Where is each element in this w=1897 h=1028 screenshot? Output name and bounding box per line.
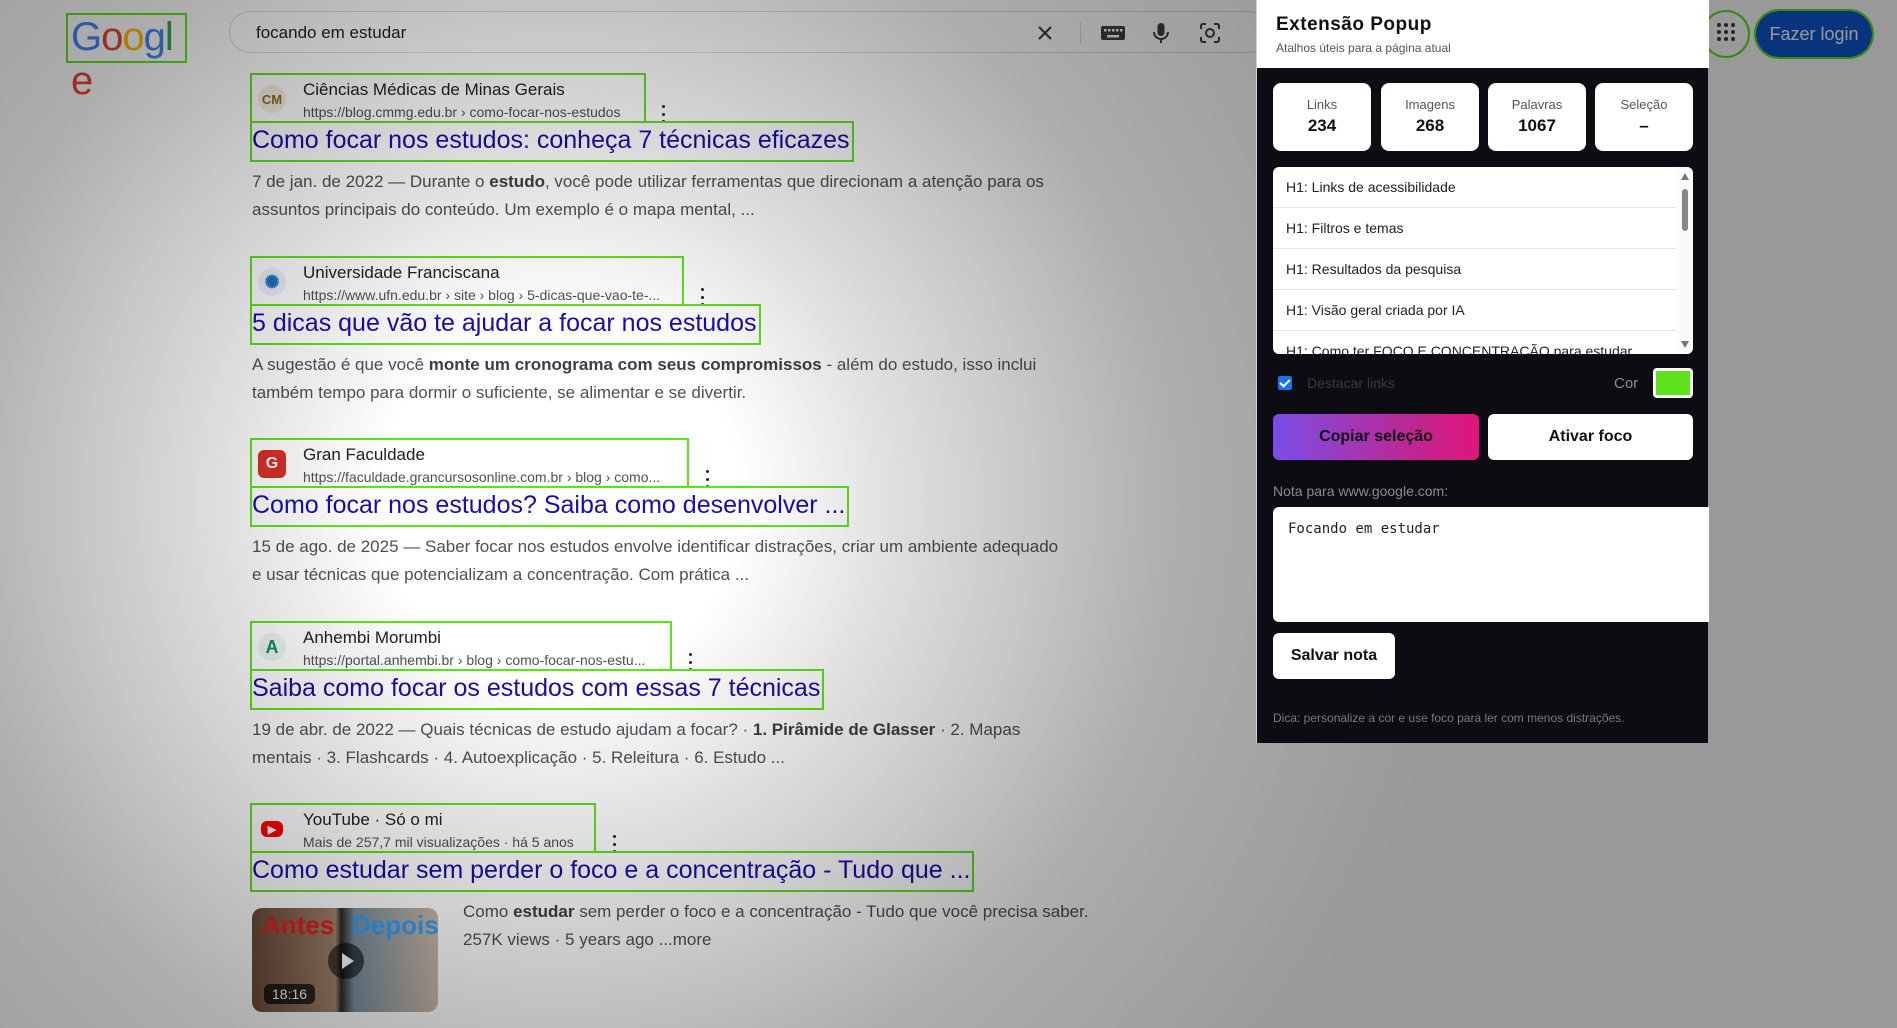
video-thumbnail[interactable]: Antes Depois 18:16: [252, 908, 438, 1012]
note-textarea[interactable]: Focando em estudar: [1273, 507, 1709, 622]
result-site-link[interactable]: ▶ YouTube · Só o mi Mais de 257,7 mil vi…: [250, 803, 596, 853]
more-options-icon[interactable]: [699, 288, 705, 306]
result-snippet: 15 de ago. de 2025 — Saber focar nos est…: [252, 537, 1059, 584]
result-snippet: A sugestão é que você monte um cronogram…: [252, 355, 1037, 402]
color-picker[interactable]: [1653, 368, 1693, 398]
search-input[interactable]: focando em estudar: [256, 23, 406, 43]
site-url: https://blog.cmmg.edu.br › como-focar-no…: [303, 104, 621, 120]
popup-title: Extensão Popup: [1276, 14, 1432, 35]
heading-list-item[interactable]: H1: Resultados da pesquisa: [1273, 249, 1677, 290]
scroll-thumb[interactable]: [1682, 189, 1688, 231]
favicon-icon: CM: [258, 85, 286, 113]
logo-letter: e: [71, 59, 93, 103]
popup-tip: Dica: personalize a cor e use foco para …: [1273, 711, 1625, 725]
site-name: Anhembi Morumbi: [303, 628, 441, 647]
note-label: Nota para www.google.com:: [1273, 483, 1449, 499]
apps-button[interactable]: [1702, 10, 1750, 58]
more-options-icon[interactable]: [704, 470, 710, 488]
lens-icon[interactable]: [1198, 21, 1222, 45]
popup-header: Extensão Popup Atalhos úteis para a pági…: [1257, 0, 1709, 68]
google-logo[interactable]: Googl e: [66, 13, 187, 103]
logo-letter: o: [101, 15, 123, 59]
site-name: YouTube · Só o mi: [303, 810, 443, 829]
site-url: https://portal.anhembi.br › blog › como-…: [303, 652, 646, 668]
stat-words: Palavras 1067: [1488, 83, 1586, 151]
mic-icon[interactable]: [1149, 21, 1173, 45]
result-title-link[interactable]: 5 dicas que vão te ajudar a focar nos es…: [250, 304, 761, 345]
result-title-link[interactable]: Saiba como focar os estudos com essas 7 …: [249, 669, 825, 710]
result-site-link[interactable]: A Anhembi Morumbi https://portal.anhembi…: [250, 621, 672, 671]
extension-popup: Extensão Popup Atalhos úteis para a pági…: [1256, 0, 1709, 743]
stat-links: Links 234: [1273, 83, 1371, 151]
result-title-link[interactable]: Como estudar sem perder o foco e a conce…: [249, 851, 975, 892]
highlight-links-label: Destacar links: [1307, 375, 1395, 391]
scroll-down-icon[interactable]: [1681, 341, 1689, 348]
youtube-icon: ▶: [261, 821, 283, 837]
site-url: https://www.ufn.edu.br › site › blog › 5…: [303, 287, 661, 303]
highlight-links-checkbox[interactable]: [1278, 376, 1292, 390]
stat-selection: Seleção –: [1595, 83, 1693, 151]
search-divider: [1080, 22, 1081, 44]
site-name: Ciências Médicas de Minas Gerais: [303, 80, 565, 99]
popup-subtitle: Atalhos úteis para a página atual: [1276, 41, 1451, 55]
result-snippet: 7 de jan. de 2022 — Durante o estudo, vo…: [252, 172, 1044, 219]
logo-letter: l: [164, 15, 174, 59]
result-snippet: 19 de abr. de 2022 — Quais técnicas de e…: [252, 720, 1021, 767]
keyboard-icon[interactable]: [1100, 21, 1125, 45]
heading-list-scrollbar[interactable]: [1677, 167, 1693, 354]
stat-images: Imagens 268: [1381, 83, 1479, 151]
more-options-icon[interactable]: [660, 105, 666, 123]
apps-icon: [1716, 22, 1736, 47]
heading-list-item[interactable]: H1: Filtros e temas: [1273, 208, 1677, 249]
more-options-icon[interactable]: [611, 835, 617, 853]
logo-letter: G: [71, 15, 102, 59]
thumb-text-right: Depois: [352, 910, 438, 940]
search-bar[interactable]: focando em estudar: [229, 11, 1269, 53]
favicon-icon: ✺: [258, 268, 286, 296]
scroll-up-icon[interactable]: [1681, 173, 1689, 180]
color-label: Cor: [1614, 375, 1639, 392]
close-icon[interactable]: [1033, 21, 1057, 45]
logo-letter: g: [143, 15, 166, 59]
heading-list-item[interactable]: H1: Como ter FOCO E CONCENTRAÇÃO para es…: [1273, 331, 1677, 354]
heading-list-item[interactable]: H1: Visão geral criada por IA: [1273, 290, 1677, 331]
result-site-link[interactable]: ✺ Universidade Franciscana https://www.u…: [250, 256, 684, 306]
video-duration: 18:16: [264, 984, 316, 1004]
activate-focus-button[interactable]: Ativar foco: [1488, 414, 1693, 460]
heading-list-item[interactable]: H1: Links de acessibilidade: [1273, 167, 1677, 208]
site-url: https://faculdade.grancursosonline.com.b…: [303, 469, 661, 485]
favicon-icon: G: [258, 450, 286, 478]
play-icon[interactable]: [328, 943, 364, 979]
login-button[interactable]: Fazer login: [1754, 9, 1874, 59]
save-note-button[interactable]: Salvar nota: [1273, 633, 1395, 679]
result-snippet: Como estudar sem perder o foco e a conce…: [463, 902, 1089, 949]
site-url: Mais de 257,7 mil visualizações · há 5 a…: [303, 834, 574, 850]
favicon-icon: A: [258, 633, 286, 661]
copy-selection-button[interactable]: Copiar seleção: [1273, 414, 1479, 460]
site-name: Universidade Franciscana: [303, 263, 500, 282]
site-name: Gran Faculdade: [303, 445, 425, 464]
more-options-icon[interactable]: [687, 653, 693, 671]
result-site-link[interactable]: G Gran Faculdade https://faculdade.granc…: [250, 438, 689, 488]
result-title-link[interactable]: Como focar nos estudos? Saiba como desen…: [249, 486, 850, 527]
result-title-link[interactable]: Como focar nos estudos: conheça 7 técnic…: [250, 121, 854, 162]
heading-list[interactable]: H1: Links de acessibilidade H1: Filtros …: [1273, 167, 1693, 354]
logo-letter: o: [122, 15, 144, 59]
result-site-link[interactable]: CM Ciências Médicas de Minas Gerais http…: [250, 73, 646, 123]
thumb-text-left: Antes: [262, 910, 335, 940]
